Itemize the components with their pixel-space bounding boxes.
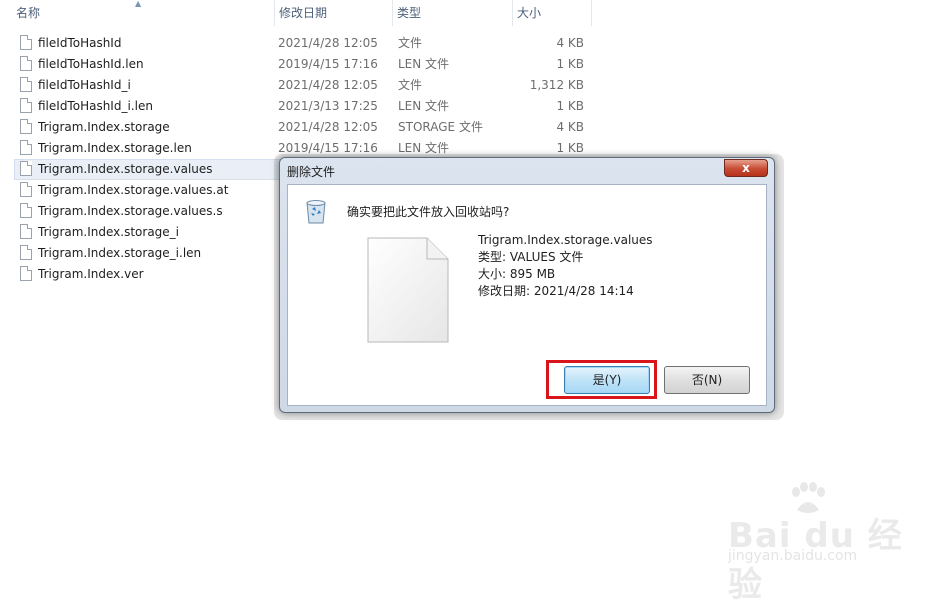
sort-ascending-icon: ▲ xyxy=(135,0,142,8)
file-name: Trigram.Index.storage.values.at xyxy=(38,183,229,197)
file-date: 2021/4/28 12:05 xyxy=(278,78,378,92)
file-name: Trigram.Index.ver xyxy=(38,267,144,281)
column-type-header[interactable]: 类型 xyxy=(392,0,510,26)
file-date: 2021/4/28 12:05 xyxy=(278,120,378,134)
large-file-icon xyxy=(367,237,449,343)
file-name: Trigram.Index.storage.len xyxy=(38,141,192,155)
file-size: 4 KB xyxy=(556,120,584,134)
file-icon xyxy=(20,77,32,92)
file-icon xyxy=(20,224,32,239)
info-file-date: 修改日期: 2021/4/28 14:14 xyxy=(478,284,634,298)
file-info: Trigram.Index.storage.values 类型: VALUES … xyxy=(478,232,653,300)
close-button[interactable]: x xyxy=(724,159,768,177)
recycle-bin-icon xyxy=(306,200,326,224)
watermark-url: jingyan.baidu.com xyxy=(728,548,858,564)
file-size: 1 KB xyxy=(556,57,584,71)
file-name: Trigram.Index.storage xyxy=(38,120,170,134)
file-date: 2019/4/15 17:16 xyxy=(278,57,378,71)
file-icon xyxy=(20,203,32,218)
file-type: STORAGE 文件 xyxy=(398,120,483,134)
file-icon xyxy=(20,98,32,113)
file-name: Trigram.Index.storage.values xyxy=(38,162,213,176)
file-row[interactable]: Trigram.Index.storage 2021/4/28 12:05 ST… xyxy=(0,117,600,138)
info-file-name: Trigram.Index.storage.values xyxy=(478,233,653,247)
file-name: Trigram.Index.storage_i.len xyxy=(38,246,202,260)
file-icon xyxy=(20,245,32,260)
column-size-header[interactable]: 大小 xyxy=(512,0,592,26)
annotation-highlight-box xyxy=(546,360,657,399)
delete-file-dialog: 删除文件 x 确实要把此文件放入回收站吗? Trigram.Index.stor… xyxy=(279,157,775,413)
file-date: 2021/3/13 17:25 xyxy=(278,99,378,113)
file-type: 文件 xyxy=(398,36,423,50)
file-row[interactable]: fileIdToHashId 2021/4/28 12:05 文件 4 KB xyxy=(0,33,600,54)
file-type: LEN 文件 xyxy=(398,57,450,71)
file-name: Trigram.Index.storage.values.s xyxy=(38,204,223,218)
info-file-type: 类型: VALUES 文件 xyxy=(478,250,584,264)
file-name: fileIdToHashId_i.len xyxy=(38,99,153,113)
file-name: fileIdToHashId xyxy=(38,36,122,50)
column-header: 名称 ▲ 修改日期 类型 大小 xyxy=(0,0,600,26)
file-icon xyxy=(20,266,32,281)
file-name: Trigram.Index.storage_i xyxy=(38,225,180,239)
file-row[interactable]: fileIdToHashId_i 2021/4/28 12:05 文件 1,31… xyxy=(0,75,600,96)
file-name: fileIdToHashId.len xyxy=(38,57,144,71)
file-icon xyxy=(20,161,32,176)
file-type: 文件 xyxy=(398,78,423,92)
file-icon xyxy=(20,35,32,50)
file-icon xyxy=(20,56,32,71)
file-icon xyxy=(20,119,32,134)
file-date: 2021/4/28 12:05 xyxy=(278,36,378,50)
file-type: LEN 文件 xyxy=(398,99,450,113)
dialog-title: 删除文件 xyxy=(287,165,336,179)
info-file-size: 大小: 895 MB xyxy=(478,267,556,281)
confirm-question: 确实要把此文件放入回收站吗? xyxy=(347,205,510,219)
baidu-watermark: Bai du 经验 jingyan.baidu.com xyxy=(728,482,928,605)
file-size: 1,312 KB xyxy=(529,78,584,92)
file-row[interactable]: fileIdToHashId_i.len 2021/3/13 17:25 LEN… xyxy=(0,96,600,117)
no-button[interactable]: 否(N) xyxy=(664,366,750,394)
file-icon xyxy=(20,140,32,155)
file-size: 4 KB xyxy=(556,36,584,50)
file-size: 1 KB xyxy=(556,99,584,113)
column-date-header[interactable]: 修改日期 xyxy=(274,0,390,26)
file-icon xyxy=(20,182,32,197)
file-row[interactable]: fileIdToHashId.len 2019/4/15 17:16 LEN 文… xyxy=(0,54,600,75)
file-name: fileIdToHashId_i xyxy=(38,78,131,92)
